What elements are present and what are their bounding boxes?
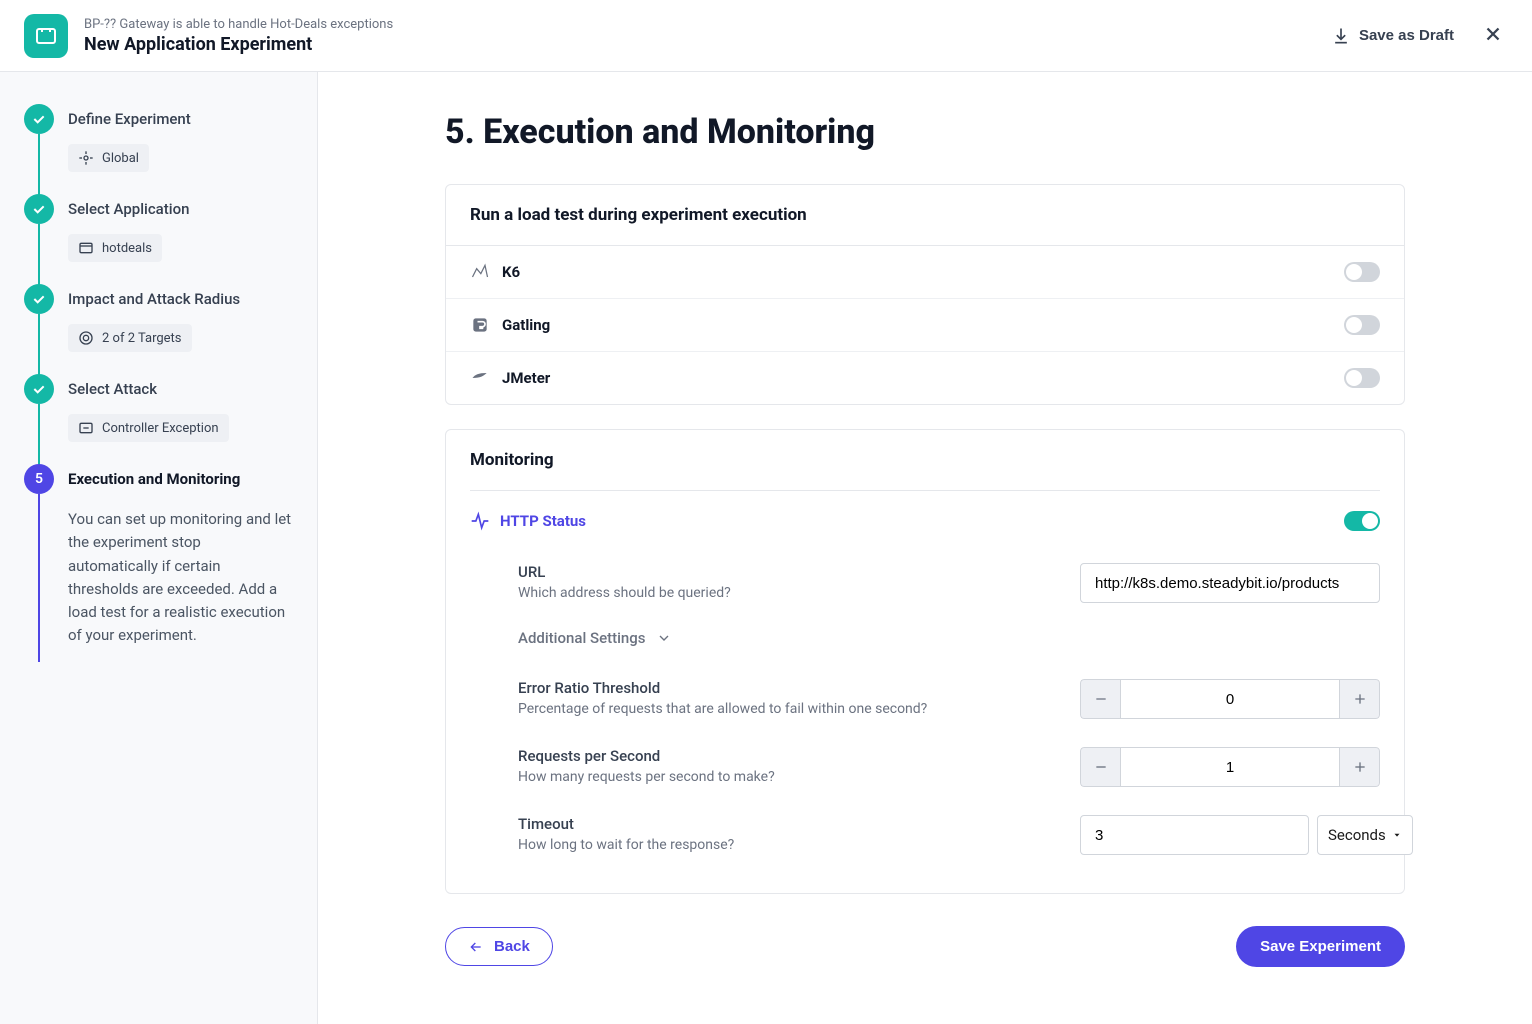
rps-row: Requests per Second How many requests pe… xyxy=(470,733,1380,801)
url-input[interactable] xyxy=(1080,563,1380,603)
step-label: Execution and Monitoring xyxy=(68,470,240,488)
panel-title: Monitoring xyxy=(446,430,1404,490)
increment-button[interactable] xyxy=(1340,747,1380,787)
timeout-unit-select[interactable]: Seconds xyxy=(1317,815,1413,855)
step-label: Impact and Attack Radius xyxy=(68,290,240,308)
increment-button[interactable] xyxy=(1340,679,1380,719)
exception-icon xyxy=(78,420,94,436)
save-label: Save Experiment xyxy=(1260,938,1381,955)
step-select-attack[interactable]: Select Attack Controller Exception xyxy=(24,374,293,464)
url-field-row: URL Which address should be queried? xyxy=(470,549,1380,617)
error-ratio-input[interactable] xyxy=(1120,679,1340,719)
k6-icon xyxy=(470,262,490,282)
decrement-button[interactable] xyxy=(1080,679,1120,719)
step-complete-icon xyxy=(24,104,54,134)
http-status-label: HTTP Status xyxy=(500,512,586,530)
step-chip-controller-exception: Controller Exception xyxy=(68,414,229,442)
step-label: Select Application xyxy=(68,200,189,218)
page-title: New Application Experiment xyxy=(84,34,393,55)
error-ratio-row: Error Ratio Threshold Percentage of requ… xyxy=(470,665,1380,733)
rps-desc: How many requests per second to make? xyxy=(518,769,1080,785)
save-experiment-button[interactable]: Save Experiment xyxy=(1236,926,1405,967)
url-label: URL xyxy=(518,563,1080,581)
tool-name: K6 xyxy=(502,263,520,281)
gatling-toggle[interactable] xyxy=(1344,315,1380,335)
step-current-number: 5 xyxy=(24,464,54,494)
target-icon xyxy=(78,150,94,166)
close-button[interactable] xyxy=(1478,19,1508,52)
timeout-desc: How long to wait for the response? xyxy=(518,837,1080,853)
chip-label: Global xyxy=(102,151,139,166)
timeout-label: Timeout xyxy=(518,815,1080,833)
step-chip-global: Global xyxy=(68,144,149,172)
error-ratio-desc: Percentage of requests that are allowed … xyxy=(518,701,1080,717)
k6-toggle[interactable] xyxy=(1344,262,1380,282)
rps-input[interactable] xyxy=(1120,747,1340,787)
tool-name: JMeter xyxy=(502,369,550,387)
chevron-down-icon xyxy=(656,630,672,646)
close-icon xyxy=(1482,23,1504,45)
step-label: Select Attack xyxy=(68,380,157,398)
additional-settings-toggle[interactable]: Additional Settings xyxy=(470,617,1380,665)
section-heading: 5. Execution and Monitoring xyxy=(445,112,1405,152)
jmeter-icon xyxy=(470,368,490,388)
decrement-button[interactable] xyxy=(1080,747,1120,787)
monitoring-panel: Monitoring HTTP Status URL Which address… xyxy=(445,429,1405,894)
tool-name: Gatling xyxy=(502,316,550,334)
rps-stepper xyxy=(1080,747,1380,787)
step-chip-hotdeals: hotdeals xyxy=(68,234,162,262)
step-define-experiment[interactable]: Define Experiment Global xyxy=(24,104,293,194)
timeout-input[interactable] xyxy=(1080,815,1309,855)
http-status-toggle[interactable] xyxy=(1344,511,1380,531)
step-description: You can set up monitoring and let the ex… xyxy=(68,508,293,648)
loadtest-row-gatling: Gatling xyxy=(446,299,1404,352)
activity-icon xyxy=(470,511,490,531)
rps-label: Requests per Second xyxy=(518,747,1080,765)
arrow-left-icon xyxy=(468,939,484,955)
save-as-draft-button[interactable]: Save as Draft xyxy=(1331,26,1454,46)
back-label: Back xyxy=(494,938,530,955)
breadcrumb: BP-?? Gateway is able to handle Hot-Deal… xyxy=(84,17,393,32)
step-label: Define Experiment xyxy=(68,110,191,128)
back-button[interactable]: Back xyxy=(445,927,553,966)
step-complete-icon xyxy=(24,284,54,314)
chip-label: hotdeals xyxy=(102,241,152,256)
download-icon xyxy=(1331,26,1351,46)
save-draft-label: Save as Draft xyxy=(1359,27,1454,44)
chip-label: Controller Exception xyxy=(102,421,219,436)
loadtest-row-jmeter: JMeter xyxy=(446,352,1404,404)
app-icon xyxy=(78,240,94,256)
wizard-sidebar: Define Experiment Global Select Applicat… xyxy=(0,72,318,1024)
error-ratio-stepper xyxy=(1080,679,1380,719)
gatling-icon xyxy=(470,315,490,335)
step-chip-targets: 2 of 2 Targets xyxy=(68,324,192,352)
loadtest-row-k6: K6 xyxy=(446,246,1404,299)
load-test-panel: Run a load test during experiment execut… xyxy=(445,184,1405,405)
step-complete-icon xyxy=(24,374,54,404)
additional-settings-label: Additional Settings xyxy=(518,629,646,647)
step-select-application[interactable]: Select Application hotdeals xyxy=(24,194,293,284)
step-complete-icon xyxy=(24,194,54,224)
url-desc: Which address should be queried? xyxy=(518,585,1080,601)
app-logo xyxy=(24,14,68,58)
panel-title: Run a load test during experiment execut… xyxy=(446,185,1404,246)
step-execution-monitoring[interactable]: 5 Execution and Monitoring You can set u… xyxy=(24,464,293,660)
error-ratio-label: Error Ratio Threshold xyxy=(518,679,1080,697)
jmeter-toggle[interactable] xyxy=(1344,368,1380,388)
caret-down-icon xyxy=(1392,830,1402,840)
targets-icon xyxy=(78,330,94,346)
timeout-row: Timeout How long to wait for the respons… xyxy=(470,801,1380,869)
timeout-unit-label: Seconds xyxy=(1328,826,1386,844)
step-impact-attack-radius[interactable]: Impact and Attack Radius 2 of 2 Targets xyxy=(24,284,293,374)
chip-label: 2 of 2 Targets xyxy=(102,331,182,346)
